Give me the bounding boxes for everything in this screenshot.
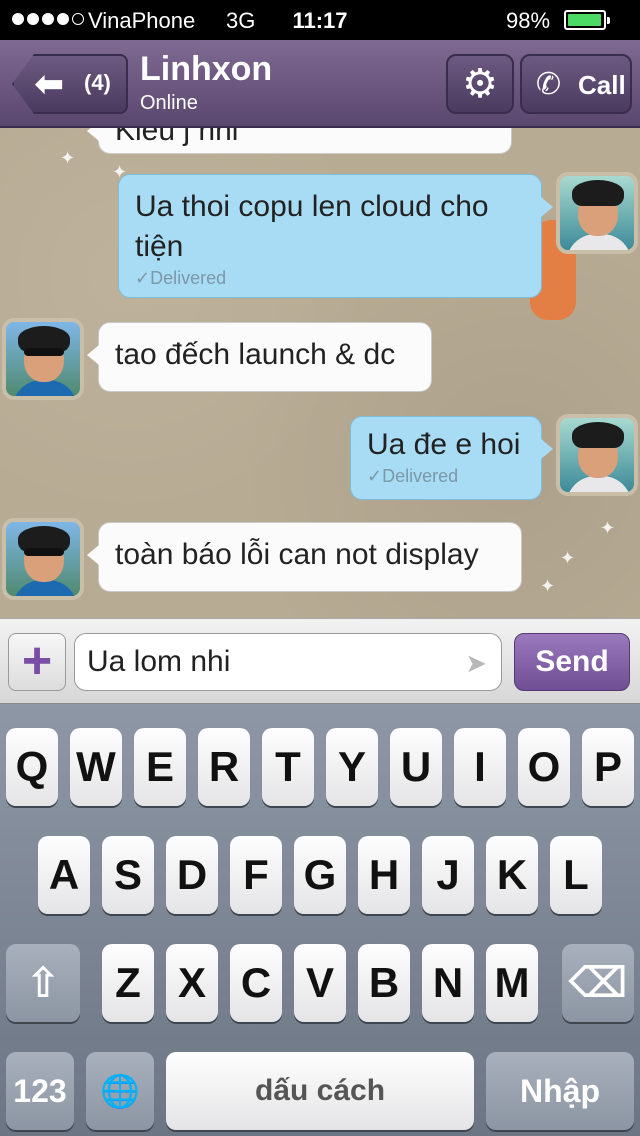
- key-o[interactable]: O: [518, 728, 570, 806]
- key-x[interactable]: X: [166, 944, 218, 1022]
- message-text: tao đếch launch & dc: [115, 338, 396, 371]
- plus-icon: +: [21, 632, 53, 690]
- delete-icon: ⌫: [568, 959, 628, 1006]
- back-button[interactable]: ⬅ (4): [12, 54, 128, 114]
- composer-bar: + ➤ Send: [0, 618, 640, 704]
- shift-icon: ⇧: [25, 959, 61, 1006]
- message-text: Ua đe e hoi: [367, 428, 521, 461]
- message-text: toàn báo lỗi can not display: [115, 538, 479, 571]
- back-arrow-icon: ⬅: [34, 63, 65, 104]
- status-bar: VinaPhone 3G 11:17 98%: [0, 0, 640, 40]
- globe-icon: 🌐: [100, 1073, 140, 1109]
- call-button[interactable]: ✆ Call: [520, 54, 632, 114]
- message-incoming[interactable]: toàn báo lỗi can not display: [87, 522, 522, 592]
- key-b[interactable]: B: [358, 944, 410, 1022]
- key-y[interactable]: Y: [326, 728, 378, 806]
- delivered-check-icon: ✓: [367, 466, 383, 486]
- bird-decoration-icon: ✦: [540, 576, 556, 596]
- bird-decoration-icon: ✦: [560, 548, 576, 568]
- key-r[interactable]: R: [198, 728, 250, 806]
- bird-decoration-icon: ✦: [60, 148, 76, 168]
- key-t[interactable]: T: [262, 728, 314, 806]
- message-text: Ua thoi copu len cloud cho tiện: [135, 190, 489, 263]
- message-text: Kieu j nhi: [115, 128, 239, 147]
- attach-button[interactable]: +: [8, 633, 66, 691]
- message-input-field[interactable]: ➤: [74, 633, 502, 691]
- contact-name[interactable]: Linhxon: [140, 50, 272, 89]
- chat-header: ⬅ (4) Linhxon Online ⚙ ✆ Call: [0, 40, 640, 128]
- battery-percent: 98%: [506, 8, 551, 33]
- delete-key[interactable]: ⌫: [562, 944, 634, 1022]
- delivery-status: Delivered: [382, 466, 459, 486]
- numbers-key[interactable]: 123: [6, 1052, 74, 1130]
- send-button[interactable]: Send: [514, 633, 630, 691]
- return-key[interactable]: Nhập: [486, 1052, 634, 1130]
- key-n[interactable]: N: [422, 944, 474, 1022]
- message-incoming[interactable]: tao đếch launch & dc: [87, 322, 432, 392]
- key-g[interactable]: G: [294, 836, 346, 914]
- key-s[interactable]: S: [102, 836, 154, 914]
- avatar[interactable]: [556, 414, 638, 496]
- keyboard: Q W E R T Y U I O P A S D F G H J K L ⇧ …: [0, 704, 640, 1136]
- avatar[interactable]: [556, 172, 638, 254]
- unread-count: (4): [84, 70, 111, 95]
- key-j[interactable]: J: [422, 836, 474, 914]
- message-outgoing[interactable]: Ua đe e hoi ✓Delivered: [350, 416, 553, 500]
- key-k[interactable]: K: [486, 836, 538, 914]
- key-w[interactable]: W: [70, 728, 122, 806]
- avatar[interactable]: [2, 518, 84, 600]
- key-z[interactable]: Z: [102, 944, 154, 1022]
- key-u[interactable]: U: [390, 728, 442, 806]
- key-v[interactable]: V: [294, 944, 346, 1022]
- message-outgoing[interactable]: Ua thoi copu len cloud cho tiện ✓Deliver…: [118, 174, 553, 298]
- key-d[interactable]: D: [166, 836, 218, 914]
- bird-decoration-icon: ✦: [600, 518, 616, 538]
- key-e[interactable]: E: [134, 728, 186, 806]
- message-input[interactable]: [87, 642, 447, 682]
- key-c[interactable]: C: [230, 944, 282, 1022]
- delivered-check-icon: ✓: [135, 268, 151, 288]
- key-q[interactable]: Q: [6, 728, 58, 806]
- avatar[interactable]: [2, 318, 84, 400]
- key-m[interactable]: M: [486, 944, 538, 1022]
- key-a[interactable]: A: [38, 836, 90, 914]
- settings-button[interactable]: ⚙: [446, 54, 514, 114]
- key-p[interactable]: P: [582, 728, 634, 806]
- globe-key[interactable]: 🌐: [86, 1052, 154, 1130]
- message-list[interactable]: ✦ ✦ ✦ ✦ ✦ Kieu j nhi Ua thoi copu len cl…: [0, 128, 640, 618]
- location-arrow-icon[interactable]: ➤: [465, 648, 487, 678]
- key-h[interactable]: H: [358, 836, 410, 914]
- delivery-status: Delivered: [150, 268, 227, 288]
- message-incoming[interactable]: Kieu j nhi: [87, 128, 512, 154]
- key-l[interactable]: L: [550, 836, 602, 914]
- contact-status: Online: [140, 92, 198, 114]
- key-i[interactable]: I: [454, 728, 506, 806]
- gear-icon: ⚙: [462, 62, 498, 106]
- key-f[interactable]: F: [230, 836, 282, 914]
- space-key[interactable]: dấu cách: [166, 1052, 474, 1130]
- call-label: Call: [578, 70, 626, 100]
- battery-icon: [564, 10, 610, 30]
- shift-key[interactable]: ⇧: [6, 944, 80, 1022]
- phone-icon: ✆: [536, 68, 562, 101]
